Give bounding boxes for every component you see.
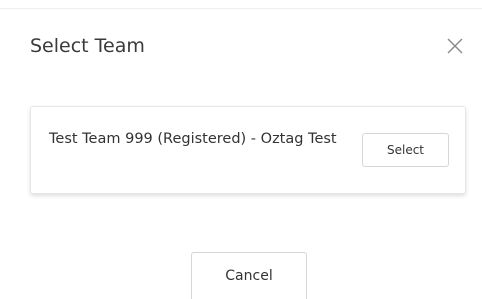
close-icon[interactable] (446, 37, 464, 55)
team-name: Test Team 999 (Registered) - Oztag Test (49, 131, 337, 147)
top-divider (0, 8, 482, 9)
select-team-button[interactable]: Select (362, 133, 449, 167)
select-team-dialog: Select Team Test Team 999 (Registered) -… (0, 0, 482, 299)
cancel-button[interactable]: Cancel (191, 252, 307, 299)
team-list-item: Test Team 999 (Registered) - Oztag Test … (30, 106, 466, 194)
dialog-title: Select Team (30, 35, 145, 57)
